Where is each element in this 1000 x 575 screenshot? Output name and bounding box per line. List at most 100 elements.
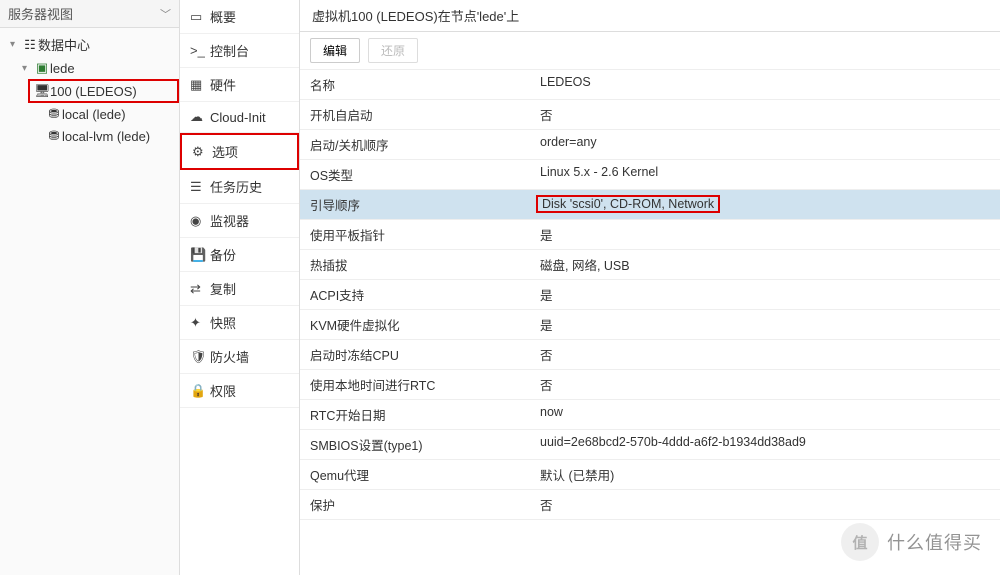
nav-label: 控制台 [210,41,249,60]
save-icon: 💾 [190,247,210,263]
option-value: uuid=2e68bcd2-570b-4ddd-a6f2-b1934dd38ad… [540,435,990,454]
storage-icon: ⛃ [46,106,62,122]
options-row[interactable]: 开机自启动否 [300,100,1000,130]
tree-storage-local-lvm[interactable]: ⛃ local-lvm (lede) [0,125,179,147]
option-value: 是 [540,285,990,304]
storage-icon: ⛃ [46,128,62,144]
options-row[interactable]: ACPI支持是 [300,280,1000,310]
nav-monitor[interactable]: ◉ 监视器 [180,204,299,238]
nav-label: Cloud-Init [210,110,266,125]
option-value: order=any [540,135,990,154]
option-key: OS类型 [310,165,540,184]
tree-node-label: lede [50,61,75,76]
gear-icon: ⚙ [192,144,212,160]
tree-view-selector[interactable]: 服务器视图 ﹀ [0,0,179,28]
nav-options[interactable]: ⚙ 选项 [180,133,299,170]
options-row[interactable]: RTC开始日期now [300,400,1000,430]
nav-label: 快照 [210,313,236,332]
options-row[interactable]: 保护否 [300,490,1000,520]
tree-vm-label: 100 (LEDEOS) [50,84,137,99]
nav-label: 监视器 [210,211,249,230]
vm-nav-panel: ▭ 概要 >_ 控制台 ▦ 硬件 ☁ Cloud-Init ⚙ 选项 ☰ 任务历… [180,0,300,575]
option-key: 保护 [310,495,540,514]
revert-button[interactable]: 还原 [368,38,418,63]
watermark-badge: 值 [841,523,879,561]
cloud-icon: ☁ [190,109,210,125]
server-tree-panel: 服务器视图 ﹀ ▾ ☷ 数据中心 ▾ ▣ lede 🖥 100 (LEDEOS)… [0,0,180,575]
tree-datacenter[interactable]: ▾ ☷ 数据中心 [0,32,179,57]
option-key: 启动时冻结CPU [310,345,540,364]
tree-storage-label: local (lede) [62,107,126,122]
nav-cloudinit[interactable]: ☁ Cloud-Init [180,102,299,133]
option-value: 否 [540,375,990,394]
option-value: Disk 'scsi0', CD-ROM, Network [540,195,990,214]
tree-datacenter-label: 数据中心 [38,35,90,54]
list-icon: ☰ [190,179,210,195]
chip-icon: ▦ [190,77,210,93]
nav-backup[interactable]: 💾 备份 [180,238,299,272]
tree-storage-local[interactable]: ⛃ local (lede) [0,103,179,125]
nav-task-history[interactable]: ☰ 任务历史 [180,170,299,204]
nav-label: 硬件 [210,75,236,94]
option-value: 否 [540,105,990,124]
nav-summary[interactable]: ▭ 概要 [180,0,299,34]
tree-vm-100[interactable]: 🖥 100 (LEDEOS) [28,79,179,103]
options-row[interactable]: SMBIOS设置(type1)uuid=2e68bcd2-570b-4ddd-a… [300,430,1000,460]
content-title: 虚拟机100 (LEDEOS)在节点'lede'上 [300,0,1000,32]
option-key: 名称 [310,75,540,94]
shield-icon: 🛡 [190,349,210,365]
option-key: 启动/关机顺序 [310,135,540,154]
nav-label: 概要 [210,7,236,26]
option-key: 使用平板指针 [310,225,540,244]
option-key: ACPI支持 [310,285,540,304]
tree-view-label: 服务器视图 [8,4,73,23]
option-value: 磁盘, 网络, USB [540,255,990,274]
options-grid: 名称LEDEOS开机自启动否启动/关机顺序order=anyOS类型Linux … [300,70,1000,575]
options-row[interactable]: 热插拔磁盘, 网络, USB [300,250,1000,280]
node-icon: ▣ [34,60,50,76]
watermark: 值 什么值得买 [841,523,982,561]
tree-node-lede[interactable]: ▾ ▣ lede [0,57,179,79]
nav-label: 复制 [210,279,236,298]
nav-label: 备份 [210,245,236,264]
options-row[interactable]: 启动时冻结CPU否 [300,340,1000,370]
datacenter-icon: ☷ [22,37,38,53]
eye-icon: ◉ [190,213,210,229]
option-key: 使用本地时间进行RTC [310,375,540,394]
option-key: 引导顺序 [310,195,540,214]
nav-permissions[interactable]: 🔒 权限 [180,374,299,408]
option-value: LEDEOS [540,75,990,94]
collapse-arrow-icon: ▾ [10,39,22,50]
options-row[interactable]: Qemu代理默认 (已禁用) [300,460,1000,490]
option-value: now [540,405,990,424]
option-key: 热插拔 [310,255,540,274]
nav-console[interactable]: >_ 控制台 [180,34,299,68]
watermark-text: 什么值得买 [887,529,982,555]
option-key: 开机自启动 [310,105,540,124]
option-value: 是 [540,315,990,334]
nav-hardware[interactable]: ▦ 硬件 [180,68,299,102]
option-key: Qemu代理 [310,465,540,484]
nav-label: 权限 [210,381,236,400]
option-key: SMBIOS设置(type1) [310,435,540,454]
nav-snapshots[interactable]: ✦ 快照 [180,306,299,340]
option-key: RTC开始日期 [310,405,540,424]
terminal-icon: >_ [190,43,210,58]
nav-label: 选项 [212,142,238,161]
option-value: 否 [540,345,990,364]
options-row[interactable]: 名称LEDEOS [300,70,1000,100]
edit-button[interactable]: 编辑 [310,38,360,63]
options-row[interactable]: KVM硬件虚拟化是 [300,310,1000,340]
options-row[interactable]: 使用平板指针是 [300,220,1000,250]
options-row[interactable]: 启动/关机顺序order=any [300,130,1000,160]
options-row[interactable]: 引导顺序Disk 'scsi0', CD-ROM, Network [300,190,1000,220]
options-row[interactable]: OS类型Linux 5.x - 2.6 Kernel [300,160,1000,190]
copy-icon: ⇄ [190,281,210,297]
option-value: 是 [540,225,990,244]
nav-firewall[interactable]: 🛡 防火墙 [180,340,299,374]
collapse-arrow-icon: ▾ [22,63,34,74]
nav-replication[interactable]: ⇄ 复制 [180,272,299,306]
options-row[interactable]: 使用本地时间进行RTC否 [300,370,1000,400]
nav-label: 防火墙 [210,347,249,366]
option-value: 默认 (已禁用) [540,465,990,484]
